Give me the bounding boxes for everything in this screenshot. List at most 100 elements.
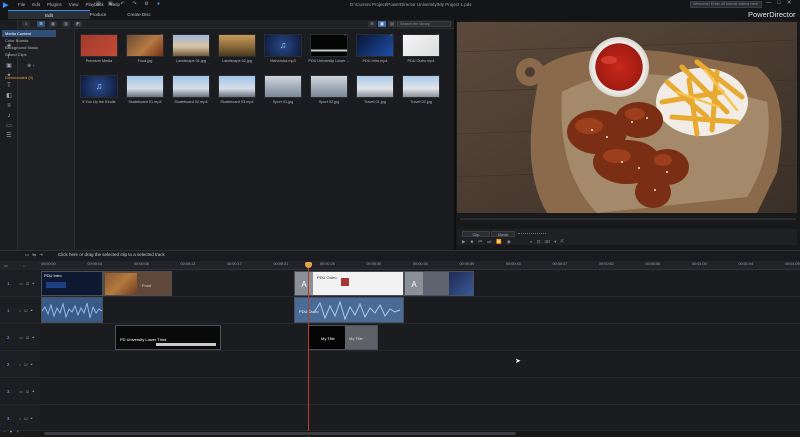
tree-media-content[interactable]: Media Content (2, 30, 56, 37)
audio-mixing-icon[interactable]: ≡ (4, 102, 14, 111)
stop-icon[interactable]: ■ (470, 239, 473, 245)
track-enable-checkbox[interactable]: ☑ (24, 308, 28, 313)
chevron-down-icon[interactable]: ▾ (554, 239, 556, 245)
tree-downloaded[interactable]: Downloaded (0) (2, 74, 56, 81)
lock-icon[interactable]: 🔒︎ (32, 389, 34, 394)
notification-icon[interactable]: ● (155, 1, 162, 8)
tree-sound-clips[interactable]: Sound Clips (2, 51, 56, 58)
add-tag-icon[interactable]: ⊕ + (27, 63, 43, 71)
lock-icon[interactable]: 🔒︎ (32, 335, 34, 340)
library-thumbnail[interactable]: ♫ (264, 34, 302, 57)
tab-create-disc[interactable]: Create Disc (98, 10, 180, 19)
fast-forward-icon[interactable]: ⏩ (496, 239, 502, 245)
zoom-slider-icon[interactable]: ● (10, 429, 13, 434)
track-enable-checkbox[interactable]: ☑ (26, 389, 30, 394)
zoom-timeline-icon[interactable]: ⇔ (22, 263, 26, 268)
snapshot-icon[interactable]: ◉ (507, 239, 511, 245)
library-thumbnail[interactable] (356, 75, 394, 98)
lock-icon[interactable]: 🔒︎ (31, 416, 33, 421)
library-thumbnail[interactable] (218, 34, 256, 57)
maximize-button[interactable]: □ (778, 0, 781, 6)
sort-icon[interactable]: ▤ (388, 21, 396, 27)
track-enable-checkbox[interactable]: ☑ (26, 335, 30, 340)
prev-frame-icon[interactable]: ⏮ (478, 239, 482, 245)
zoom-icon[interactable]: ⊡ (537, 239, 541, 245)
library-thumbnail[interactable] (126, 34, 164, 57)
clip-food[interactable]: Food (103, 271, 172, 296)
clip-pdu-intro[interactable]: PDU Intro (41, 271, 103, 296)
playhead[interactable] (308, 264, 309, 437)
timeline-scroll-thumb[interactable] (44, 432, 516, 435)
import-icon[interactable]: ⇩ (22, 21, 30, 27)
settings-icon[interactable]: ⚙ (143, 1, 150, 8)
zoom-in-icon[interactable]: + (16, 429, 19, 434)
clip-lower-third[interactable]: PD University Lower Third (115, 325, 221, 350)
timeline-view-icon[interactable]: ▭ (4, 263, 8, 268)
library-thumbnail[interactable] (402, 34, 440, 57)
pip-room-icon[interactable]: ▣ (4, 62, 14, 71)
audio-clip-pdu-intro[interactable] (41, 297, 103, 323)
view-toggle-icon[interactable]: ☰ (37, 21, 45, 27)
library-thumbnail[interactable] (402, 75, 440, 98)
library-thumbnail[interactable] (126, 75, 164, 98)
clip-transition-a[interactable]: A (404, 271, 474, 296)
chapter-room-icon[interactable]: ▭ (4, 122, 14, 131)
undock-icon[interactable]: ⇱ (561, 239, 565, 245)
track-lane[interactable] (40, 297, 800, 324)
library-thumbnail[interactable]: ♫ (80, 75, 118, 98)
save-icon[interactable]: ▣ (107, 1, 114, 8)
track-enable-checkbox[interactable]: ☑ (26, 281, 30, 286)
library-thumbnail[interactable] (356, 34, 394, 57)
track-lane[interactable] (40, 351, 800, 378)
lock-icon[interactable]: 🔒︎ (32, 281, 34, 286)
library-thumbnail[interactable] (264, 75, 302, 98)
track-enable-checkbox[interactable]: ☑ (24, 416, 28, 421)
grid-view-icon[interactable]: ▦ (49, 21, 57, 27)
open-icon[interactable]: ▤ (95, 1, 102, 8)
track-enable-checkbox[interactable]: ☑ (24, 362, 28, 367)
list-view-icon[interactable]: ☰ (368, 21, 376, 27)
audio-clip-pdu-outro[interactable]: PDU Outro (294, 297, 404, 323)
redo-icon[interactable]: ↷ (131, 1, 138, 8)
close-button[interactable]: ✕ (787, 0, 792, 6)
menu-view[interactable]: View (69, 2, 79, 8)
lock-icon[interactable]: 🔒︎ (31, 308, 33, 313)
menu-plugins[interactable]: Plugins (47, 2, 62, 8)
movie-mode-button[interactable]: Movie (491, 231, 515, 237)
lock-icon[interactable]: 🔒︎ (31, 362, 33, 367)
transition-room-icon[interactable]: ◧ (4, 92, 14, 101)
menu-file[interactable]: File (18, 2, 25, 8)
library-thumbnail[interactable] (172, 75, 210, 98)
zoom-out-icon[interactable]: − (3, 429, 6, 434)
clip-mode-button[interactable]: Clip (462, 231, 490, 237)
volume-icon[interactable]: ◐ (530, 239, 533, 245)
minimize-button[interactable]: — (766, 0, 772, 6)
tree-color-boards[interactable]: Color Boards (2, 37, 56, 44)
clip-my-title[interactable]: My Title My Title (308, 325, 378, 350)
link-icon[interactable]: ⇆ (32, 252, 36, 258)
mode-3d[interactable]: 3D (545, 239, 551, 245)
title-room-icon[interactable]: T (4, 82, 14, 91)
library-thumbnail[interactable] (80, 34, 118, 57)
menu-edit[interactable]: Edit (32, 2, 40, 8)
help-search-input[interactable]: Welcome! Enter all tutorial videos here (690, 1, 762, 8)
next-frame-icon[interactable]: ⏭ (487, 239, 491, 245)
clip-pdu-outro[interactable]: A PDU Outro (294, 271, 404, 296)
library-thumbnail[interactable] (310, 34, 348, 57)
subtitle-room-icon[interactable]: ☰ (4, 132, 14, 141)
undo-icon[interactable]: ↶ (119, 1, 126, 8)
marker-icon[interactable]: ⇥ (39, 252, 43, 258)
track-lane[interactable] (40, 378, 800, 405)
preview-scrub-bar[interactable] (460, 218, 796, 220)
library-thumbnail[interactable] (172, 34, 210, 57)
tree-background-music[interactable]: Background Music (2, 44, 56, 51)
track-manager-icon[interactable]: ▭ (25, 252, 29, 258)
library-search-input[interactable]: Search the library (397, 21, 451, 27)
thumbnail-view-icon[interactable]: ▦ (378, 21, 386, 27)
voice-over-icon[interactable]: ♪ (4, 112, 14, 121)
plugin-icon[interactable]: ◩ (74, 21, 82, 27)
filter-icon[interactable]: ▥ (62, 21, 70, 27)
library-thumbnail[interactable] (218, 75, 256, 98)
library-thumbnail[interactable] (310, 75, 348, 98)
play-icon[interactable]: ▶ (462, 239, 465, 245)
